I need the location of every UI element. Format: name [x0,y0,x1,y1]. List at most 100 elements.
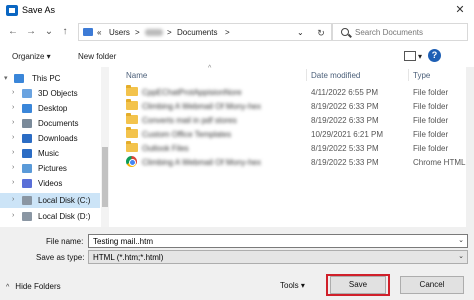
file-name-label: File name: [46,237,84,246]
column-header-type[interactable]: Type [413,71,430,80]
folder-icon [126,85,138,96]
search-placeholder: Search Documents [355,28,424,37]
sidebar-item-label: This PC [32,74,61,83]
sidebar-item-label: Desktop [38,104,68,113]
refresh-icon[interactable]: ↻ [311,26,331,40]
hide-folders-button[interactable]: ^ Hide Folders [6,282,61,291]
expand-chevron-icon[interactable]: › [12,179,14,186]
title-bar: Save As ✕ [0,0,474,20]
file-row[interactable]: Climbing A Webmail Of Mony-hex 8/19/2022… [112,99,452,113]
disk-icon [22,212,32,221]
expand-chevron-icon[interactable]: ▾ [4,74,8,82]
tools-label: Tools [280,281,299,290]
sidebar-item-documents[interactable]: › Documents [0,116,100,131]
tools-dropdown-icon: ▾ [300,281,305,290]
help-icon[interactable]: ? [428,49,441,62]
sidebar-item-local-disk-c[interactable]: › Local Disk (C:) [0,193,100,208]
file-date: 4/11/2022 6:55 PM [311,88,379,97]
save-as-type-select[interactable]: HTML (*.htm;*.html) ⌄ [88,250,468,264]
sidebar-item-3d-objects[interactable]: › 3D Objects [0,86,100,101]
breadcrumb-separator[interactable]: > [135,28,140,37]
cancel-button[interactable]: Cancel [400,276,464,294]
file-name-field[interactable]: Testing mail..htm ⌄ [88,234,468,248]
desktop-icon [22,104,32,113]
sidebar-item-videos[interactable]: › Videos [0,176,100,191]
navigation-pane: ▾ This PC › 3D Objects › Desktop › Docum… [0,67,110,227]
expand-chevron-icon[interactable]: › [12,119,14,126]
forward-arrow-icon[interactable]: → [24,25,38,39]
file-row[interactable]: Climbing A Webmail Of Mony-hex 8/19/2022… [112,155,473,169]
file-name-dropdown-icon[interactable]: ⌄ [458,236,464,244]
column-divider[interactable] [408,69,409,81]
file-name-redacted: Climbing A Webmail Of Mony-hex [142,158,262,167]
folder-icon [126,113,138,124]
file-name-redacted: Outlook Files [142,144,189,153]
column-divider[interactable] [306,69,307,81]
file-type: File folder [413,116,449,125]
file-type: File folder [413,102,449,111]
breadcrumb-username-redacted[interactable] [145,29,163,36]
expand-chevron-icon[interactable]: › [12,212,14,219]
sidebar-item-desktop[interactable]: › Desktop [0,101,100,116]
file-row[interactable]: Converts mail in pdf stores 8/19/2022 6:… [112,113,452,127]
back-arrow-icon[interactable]: ← [6,25,20,39]
folder-icon [126,99,138,110]
up-arrow-icon[interactable]: ↑ [58,25,72,39]
expand-chevron-icon[interactable]: › [12,134,14,141]
save-as-type-label: Save as type: [36,253,85,262]
window-title: Save As [22,5,56,15]
downloads-icon [22,134,32,143]
address-dropdown-icon[interactable]: ⌄ [297,28,304,37]
file-list-scrollbar[interactable] [466,67,474,227]
expand-chevron-icon[interactable]: › [12,89,14,96]
address-overflow[interactable]: « [97,28,101,37]
documents-icon [22,119,32,128]
sort-indicator-icon: ^ [208,65,212,72]
breadcrumb-users[interactable]: Users [109,28,130,37]
breadcrumb-separator[interactable]: > [225,28,230,37]
chrome-icon [126,156,137,167]
save-button[interactable]: Save [330,276,386,294]
view-options-icon[interactable] [404,51,416,61]
sidebar-scrollbar-thumb[interactable] [102,147,108,207]
pictures-icon [22,164,32,173]
address-box[interactable]: « Users > > Documents > ⌄ ↻ [78,23,332,41]
file-row[interactable]: Custom Office Templates 10/29/2021 6:21 … [112,127,452,141]
file-row[interactable]: CppEChatProtAppisionNore 4/11/2022 6:55 … [112,85,452,99]
breadcrumb-documents[interactable]: Documents [177,28,217,37]
file-date: 8/19/2022 6:33 PM [311,116,379,125]
file-date: 8/19/2022 5:33 PM [311,158,379,167]
address-bar-row: ← → ⌄ ↑ « Users > > Documents > ⌄ ↻ Sear… [0,20,474,44]
sidebar-item-label: Videos [38,179,63,188]
expand-chevron-icon[interactable]: › [12,149,14,156]
file-name-value: Testing mail..htm [93,237,154,246]
recent-locations-chevron-icon[interactable]: ⌄ [42,25,56,39]
hide-folders-label: Hide Folders [15,282,61,291]
file-date: 8/19/2022 6:33 PM [311,102,379,111]
search-input[interactable]: Search Documents [332,23,468,41]
sidebar-item-local-disk-d[interactable]: › Local Disk (D:) [0,209,100,224]
sidebar-item-downloads[interactable]: › Downloads [0,131,100,146]
breadcrumb-separator[interactable]: > [167,28,172,37]
sidebar-item-this-pc[interactable]: ▾ This PC [0,71,100,86]
expand-chevron-icon[interactable]: › [12,196,14,203]
view-menu-chevron-icon[interactable]: ▾ [418,52,422,61]
file-type: File folder [413,88,449,97]
new-folder-button[interactable]: New folder [78,52,116,61]
sidebar-item-music[interactable]: › Music [0,146,100,161]
organize-button[interactable]: Organize ▾ [12,52,51,61]
file-row[interactable]: Outlook Files 8/19/2022 5:33 PM File fol… [112,141,452,155]
expand-chevron-icon[interactable]: › [12,164,14,171]
file-type: File folder [413,130,449,139]
column-header-date-modified[interactable]: Date modified [311,71,360,80]
videos-icon [22,179,32,188]
close-icon[interactable]: ✕ [450,2,470,18]
save-as-type-dropdown-icon[interactable]: ⌄ [458,252,464,260]
file-type: File folder [413,144,449,153]
tools-menu[interactable]: Tools ▾ [280,281,305,290]
column-header-name[interactable]: Name [126,71,147,80]
sidebar-scrollbar[interactable] [101,67,109,227]
sidebar-item-label: 3D Objects [38,89,78,98]
expand-chevron-icon[interactable]: › [12,104,14,111]
sidebar-item-pictures[interactable]: › Pictures [0,161,100,176]
